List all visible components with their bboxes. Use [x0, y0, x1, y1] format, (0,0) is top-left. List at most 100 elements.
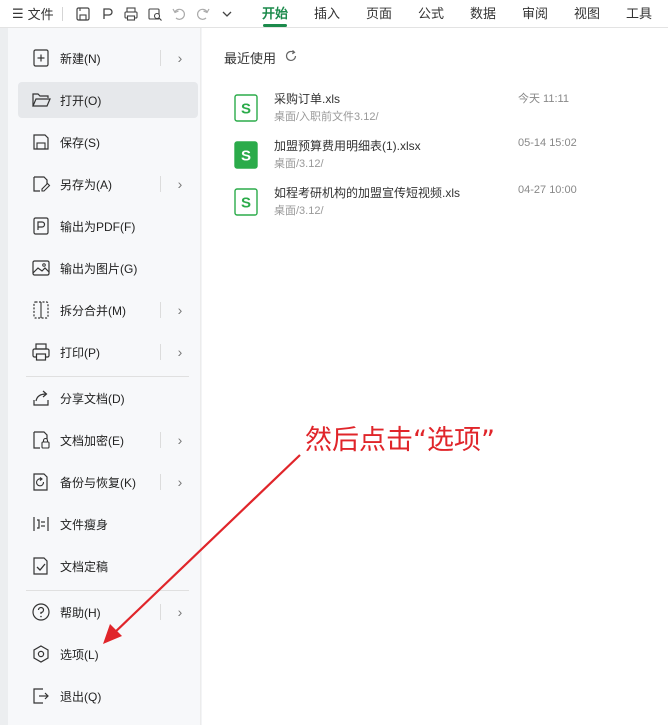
save-icon[interactable] [71, 2, 95, 26]
menu-divider [160, 474, 161, 490]
file-menu-panel: 新建(N) › 打开(O) 保存(S) 另存为(A) › 输出为PDF(F) 输… [8, 28, 201, 725]
tab-tools[interactable]: 工具 [613, 0, 665, 28]
menu-item-new[interactable]: 新建(N) › [18, 40, 198, 76]
file-name: 如程考研机构的加盟宣传短视频.xls [274, 186, 461, 200]
recent-header: 最近使用 [224, 48, 298, 67]
save-icon [30, 131, 52, 153]
file-menu-label: 文件 [27, 7, 54, 22]
file-time: 04-27 10:00 [518, 184, 577, 196]
toolbar-divider [62, 6, 63, 21]
undo-icon[interactable] [167, 2, 191, 26]
print-preview-icon[interactable] [143, 2, 167, 26]
menu-item-backup[interactable]: 备份与恢复(K) › [18, 464, 198, 500]
file-name: 加盟预算费用明细表(1).xlsx [274, 139, 421, 153]
menu-divider [160, 344, 161, 360]
file-time: 今天 11:11 [518, 93, 569, 105]
menu-separator [26, 376, 189, 377]
file-menu-button[interactable]: ☰ 文件 [0, 4, 62, 23]
menu-item-label: 分享文档(D) [60, 391, 125, 406]
recent-title: 最近使用 [224, 51, 277, 66]
chevron-right-icon[interactable]: › [173, 49, 187, 67]
file-time: 05-14 15:02 [518, 137, 577, 149]
chevron-down-icon[interactable] [215, 2, 239, 26]
recent-file-item[interactable]: S 采购订单.xls 桌面/入职前文件3.12/ 今天 11:11 [232, 90, 652, 130]
hamburger-icon: ☰ [12, 5, 24, 21]
backup-icon [30, 471, 52, 493]
chevron-right-icon[interactable]: › [173, 175, 187, 193]
svg-text:S: S [241, 195, 251, 212]
print-icon[interactable] [119, 2, 143, 26]
menu-item-export-image[interactable]: 输出为图片(G) [18, 250, 198, 286]
menu-divider [160, 302, 161, 318]
menu-item-save-as[interactable]: 另存为(A) › [18, 166, 198, 202]
tab-view[interactable]: 视图 [561, 0, 613, 28]
tab-home[interactable]: 开始 [249, 0, 301, 28]
menu-item-split-merge[interactable]: 拆分合并(M) › [18, 292, 198, 328]
new-file-icon [30, 47, 52, 69]
chevron-right-icon[interactable]: › [173, 473, 187, 491]
tab-insert[interactable]: 插入 [301, 0, 353, 28]
menu-item-finalize[interactable]: 文档定稿 [18, 548, 198, 584]
menu-item-label: 输出为PDF(F) [60, 219, 136, 234]
export-pdf-icon [30, 215, 52, 237]
menu-item-label: 拆分合并(M) [60, 303, 126, 318]
spreadsheet-file-icon: S [234, 141, 258, 169]
ribbon-tabs: 开始 插入 页面 公式 数据 审阅 视图 工具 [249, 0, 665, 28]
menu-item-export-pdf[interactable]: 输出为PDF(F) [18, 208, 198, 244]
svg-text:S: S [241, 101, 251, 118]
menu-item-slim[interactable]: 文件瘦身 [18, 506, 198, 542]
menu-item-open[interactable]: 打开(O) [18, 82, 198, 118]
tab-formula[interactable]: 公式 [405, 0, 457, 28]
menu-item-save[interactable]: 保存(S) [18, 124, 198, 160]
options-icon [30, 643, 52, 665]
sheet-background-strip [0, 28, 8, 725]
tab-page[interactable]: 页面 [353, 0, 405, 28]
menu-item-options[interactable]: 选项(L) [18, 636, 198, 672]
export-pdf-icon[interactable] [95, 2, 119, 26]
top-toolbar: ☰ 文件 开始 插入 页面 公式 数据 审阅 视图 工具 [0, 0, 668, 28]
export-image-icon [30, 257, 52, 279]
recent-file-item[interactable]: S 加盟预算费用明细表(1).xlsx 桌面/3.12/ 05-14 15:02 [232, 137, 652, 177]
menu-item-print[interactable]: 打印(P) › [18, 334, 198, 370]
chevron-right-icon[interactable]: › [173, 431, 187, 449]
tab-data[interactable]: 数据 [457, 0, 509, 28]
file-path: 桌面/3.12/ [274, 205, 324, 217]
chevron-right-icon[interactable]: › [173, 343, 187, 361]
menu-separator [26, 590, 189, 591]
menu-item-label: 文档定稿 [60, 559, 109, 574]
svg-text:S: S [241, 148, 251, 165]
redo-icon[interactable] [191, 2, 215, 26]
encrypt-icon [30, 429, 52, 451]
menu-item-label: 备份与恢复(K) [60, 475, 136, 490]
save-as-icon [30, 173, 52, 195]
finalize-icon [30, 555, 52, 577]
menu-item-label: 文档加密(E) [60, 433, 124, 448]
recent-files-panel: 最近使用 S 采购订单.xls 桌面/入职前文件3.12/ 今天 11:11 S… [202, 28, 668, 725]
share-icon [30, 387, 52, 409]
annotation-text: 然后点击“选项” [305, 425, 495, 456]
menu-item-exit[interactable]: 退出(Q) [18, 678, 198, 714]
menu-item-label: 另存为(A) [60, 177, 112, 192]
slim-icon [30, 513, 52, 535]
menu-item-share[interactable]: 分享文档(D) [18, 380, 198, 416]
recent-file-item[interactable]: S 如程考研机构的加盟宣传短视频.xls 桌面/3.12/ 04-27 10:0… [232, 184, 652, 224]
file-path: 桌面/入职前文件3.12/ [274, 111, 379, 123]
app-window: ☰ 文件 开始 插入 页面 公式 数据 审阅 视图 工具 新建(N) › 打开(… [0, 0, 668, 725]
chevron-right-icon[interactable]: › [173, 603, 187, 621]
menu-item-label: 新建(N) [60, 51, 101, 66]
help-icon [30, 601, 52, 623]
menu-item-label: 打开(O) [60, 93, 102, 108]
menu-divider [160, 50, 161, 66]
file-name: 采购订单.xls [274, 92, 341, 106]
tab-review[interactable]: 审阅 [509, 0, 561, 28]
refresh-icon[interactable] [284, 49, 298, 66]
menu-item-help[interactable]: 帮助(H) › [18, 594, 198, 630]
file-path: 桌面/3.12/ [274, 158, 324, 170]
menu-item-label: 退出(Q) [60, 689, 102, 704]
chevron-right-icon[interactable]: › [173, 301, 187, 319]
menu-divider [160, 176, 161, 192]
spreadsheet-file-icon: S [234, 188, 258, 216]
print-icon [30, 341, 52, 363]
folder-open-icon [30, 89, 52, 111]
menu-item-encrypt[interactable]: 文档加密(E) › [18, 422, 198, 458]
